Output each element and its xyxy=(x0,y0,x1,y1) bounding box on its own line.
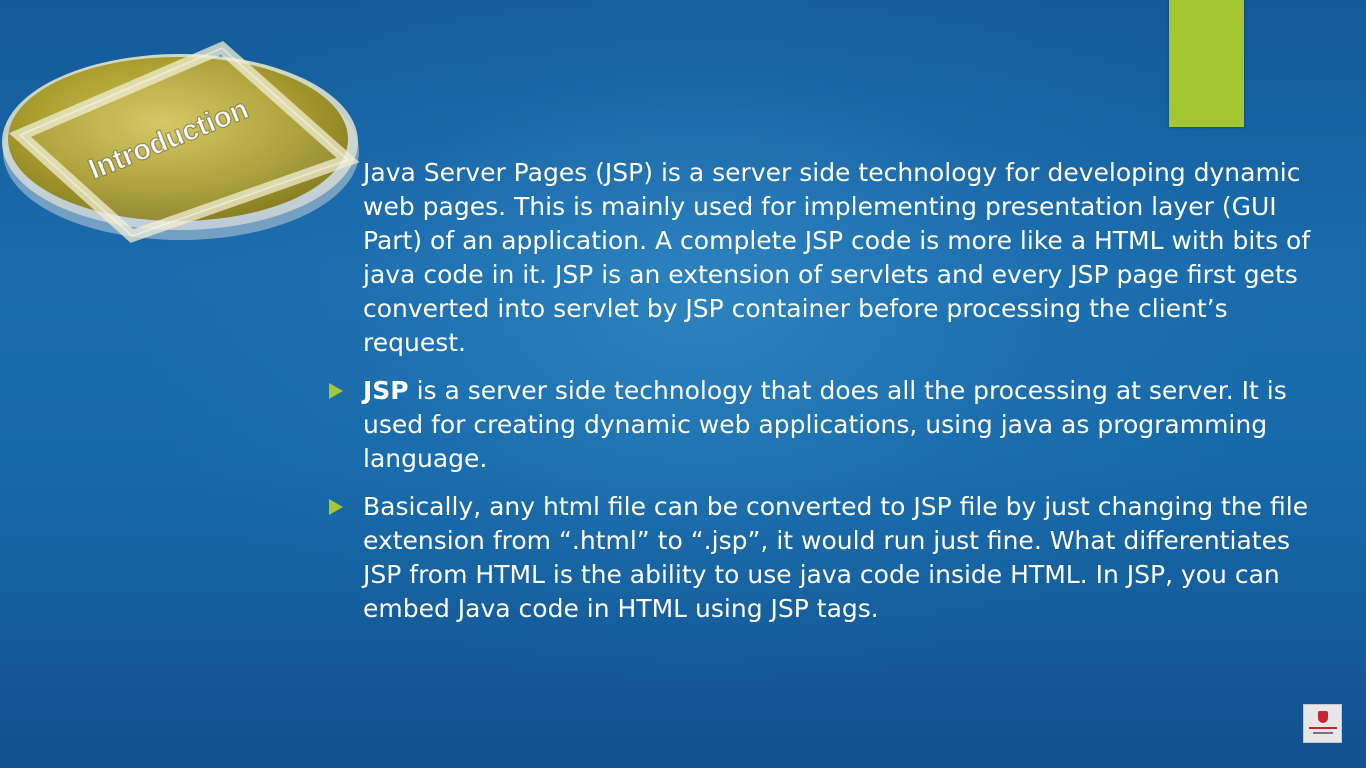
shield-icon xyxy=(1318,711,1328,723)
accent-bar xyxy=(1169,0,1244,127)
bullet-item-2: JSP is a server side technology that doe… xyxy=(325,374,1335,476)
channel-logo-icon[interactable] xyxy=(1303,704,1342,743)
bullet-text: Basically, any html file can be converte… xyxy=(363,492,1309,623)
triangle-right-icon xyxy=(329,383,343,399)
bullet-text: JSP is a server side technology that doe… xyxy=(363,376,1287,473)
logo-line xyxy=(1309,727,1337,729)
logo-line xyxy=(1313,732,1333,734)
bullet-list: Java Server Pages (JSP) is a server side… xyxy=(325,156,1335,640)
bullet-text: Java Server Pages (JSP) is a server side… xyxy=(363,158,1311,357)
triangle-right-icon xyxy=(329,499,343,515)
bullet-item-1: Java Server Pages (JSP) is a server side… xyxy=(325,156,1335,360)
introduction-badge: Introduction xyxy=(2,40,360,243)
bullet-item-3: Basically, any html file can be converte… xyxy=(325,490,1335,626)
presentation-slide: Introduction Java Server Pages (JSP) is … xyxy=(0,0,1366,768)
